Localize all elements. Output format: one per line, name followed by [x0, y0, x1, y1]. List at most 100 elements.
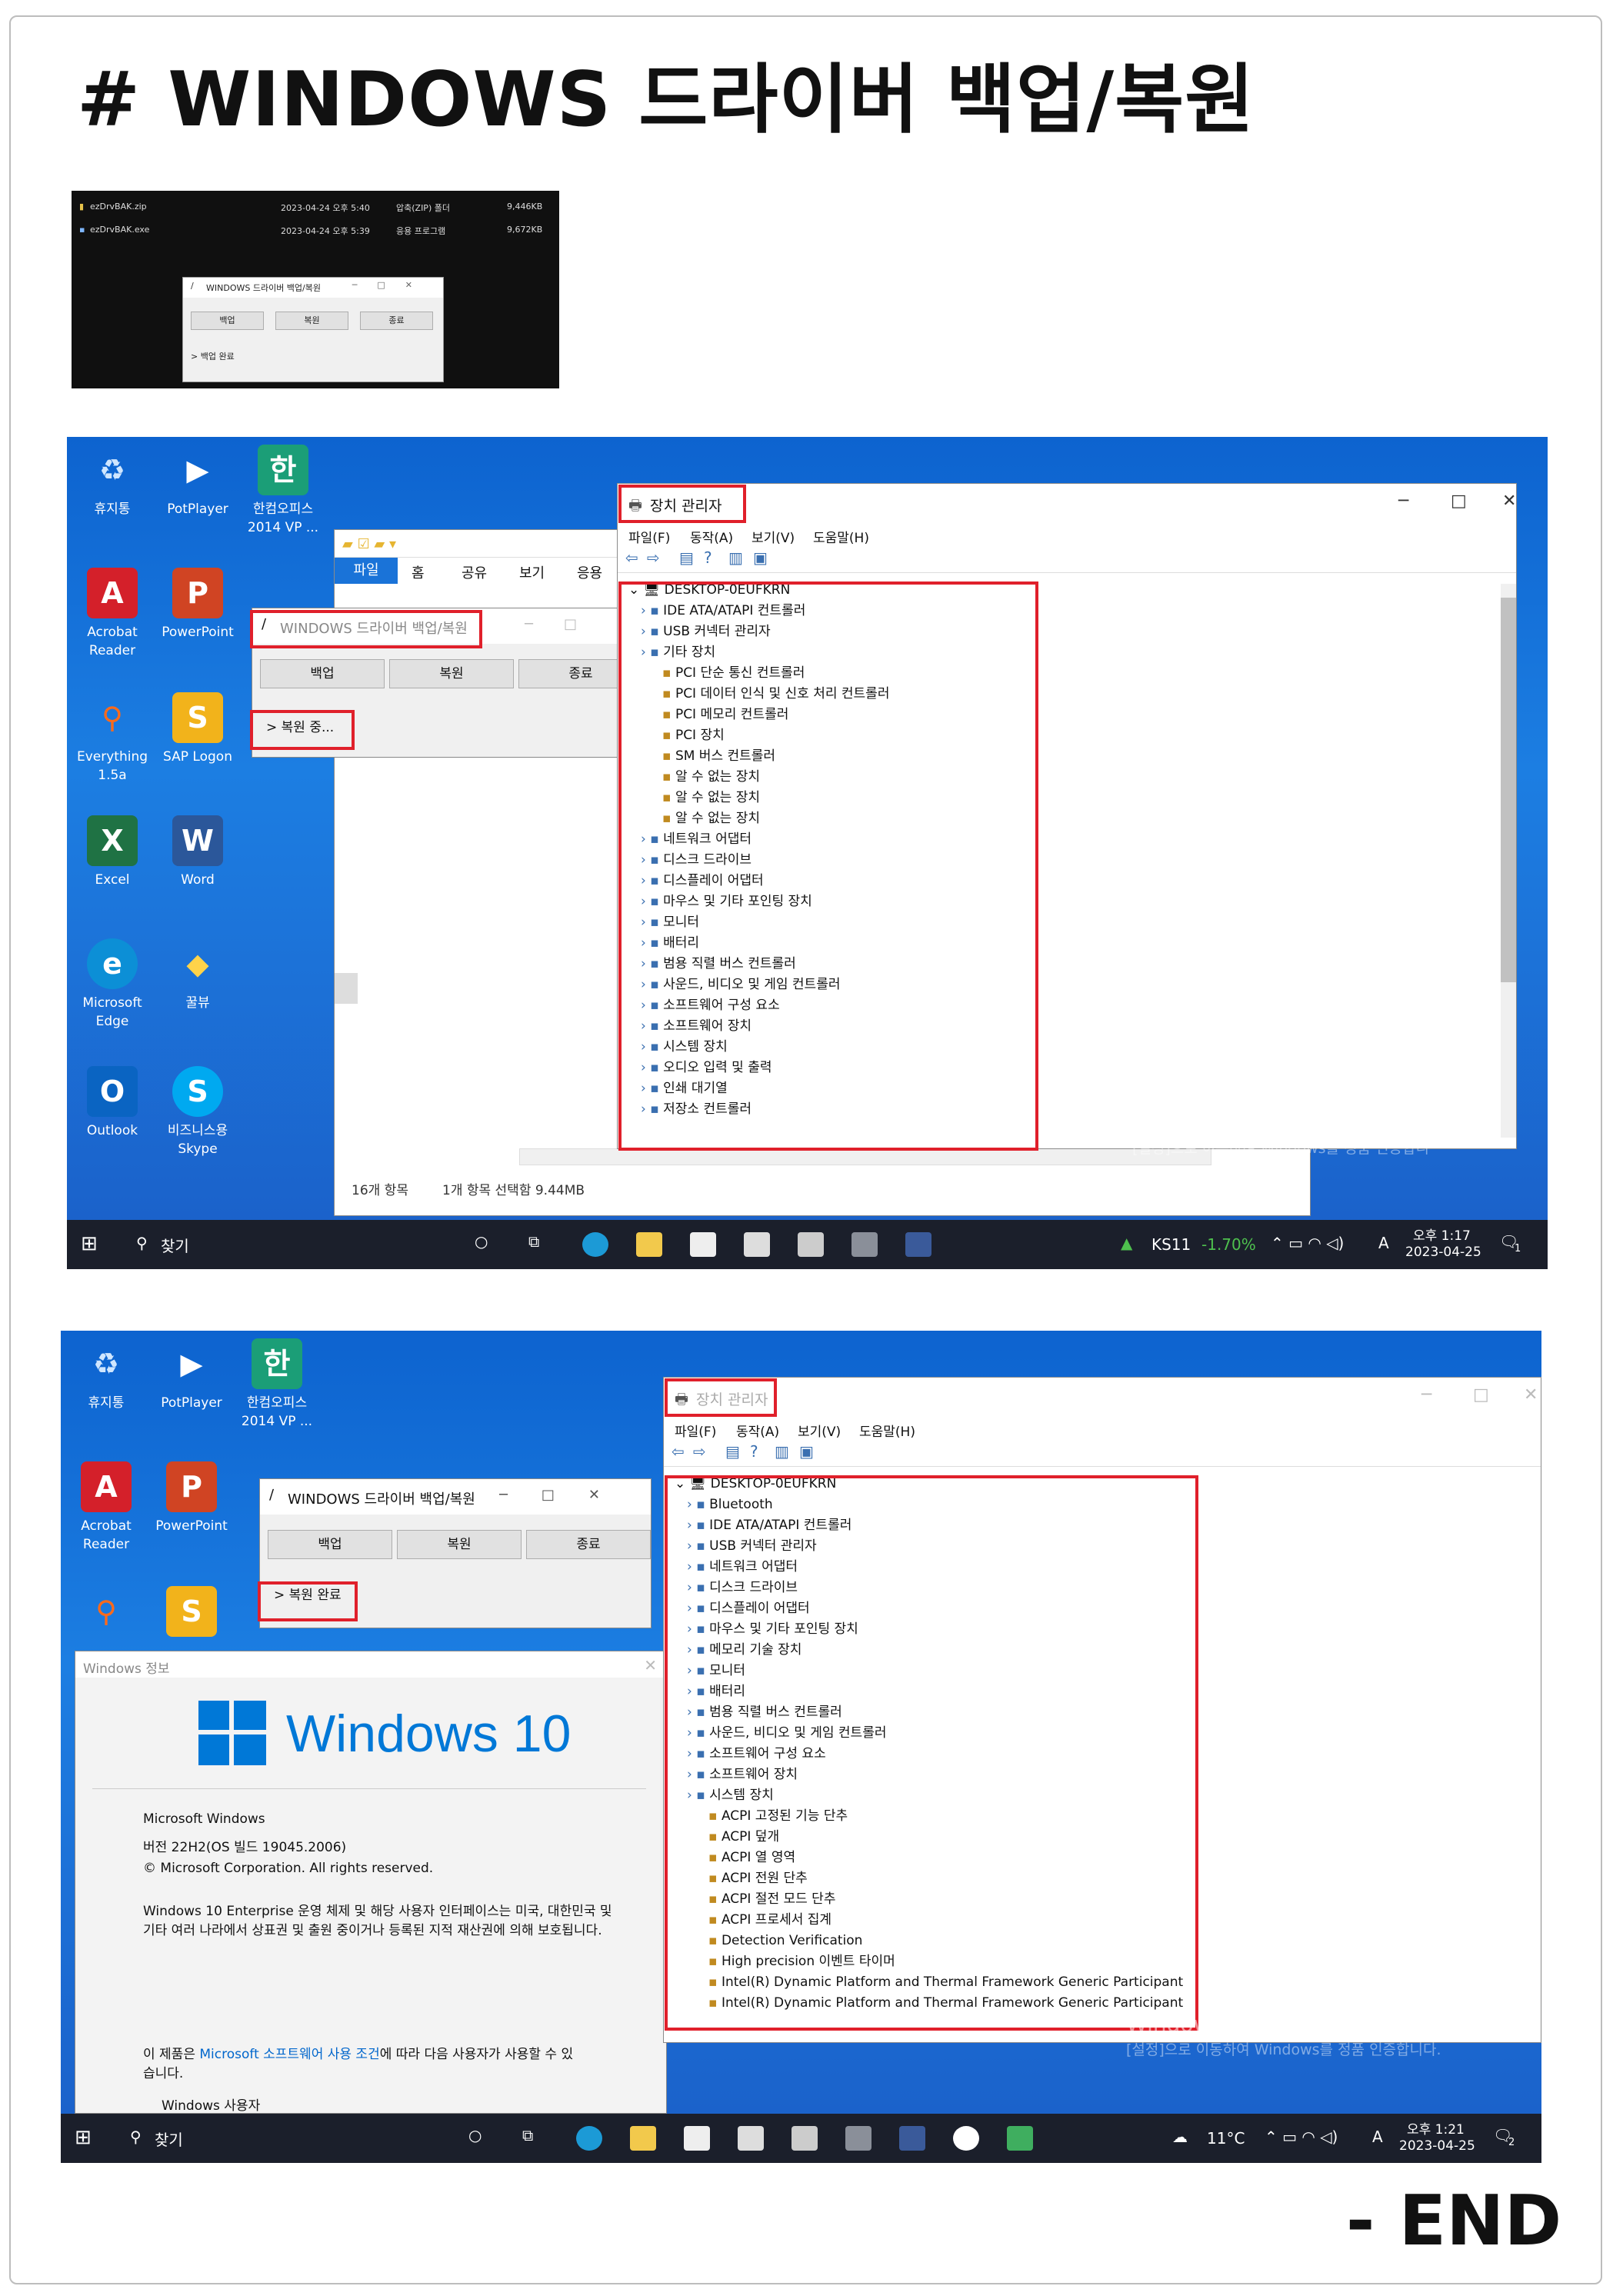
devmgr-taskbar-icon[interactable]: [845, 2126, 871, 2151]
desktop-icon[interactable]: ⚲ Everything 1.5a: [70, 692, 155, 785]
tab-home[interactable]: 홈: [412, 562, 425, 582]
close-button[interactable]: ✕: [1524, 1385, 1538, 1405]
clock-time[interactable]: 오후 1:21: [1407, 2118, 1465, 2138]
maximize-button[interactable]: □: [1473, 1385, 1489, 1405]
menu-view[interactable]: 보기(V): [798, 1421, 841, 1440]
file-row[interactable]: ▪ ezDrvBAK.exe 2023-04-24 오후 5:39 응용 프로그…: [79, 222, 556, 237]
vertical-scrollbar[interactable]: [1501, 584, 1516, 1138]
scan-hardware-icon[interactable]: ▣: [753, 548, 768, 567]
properties-icon[interactable]: ▤: [679, 548, 694, 567]
restore-button[interactable]: 복원: [389, 659, 514, 688]
menu-file[interactable]: 파일(F): [628, 527, 670, 546]
tab-view[interactable]: 보기: [519, 562, 545, 582]
backup-button[interactable]: 백업: [268, 1530, 392, 1559]
task-view-icon[interactable]: ⧉: [522, 2126, 533, 2144]
menu-action[interactable]: 동작(A): [736, 1421, 779, 1440]
desktop-icon[interactable]: ⚲: [64, 1586, 148, 1641]
clock-date[interactable]: 2023-04-25: [1405, 1245, 1481, 1260]
task-view-icon[interactable]: ⧉: [528, 1232, 539, 1251]
window-controls[interactable]: ─□✕: [499, 1487, 634, 1503]
properties-icon[interactable]: ▤: [725, 1442, 740, 1461]
desktop-icon[interactable]: A Acrobat Reader: [64, 1461, 148, 1554]
desktop-icon[interactable]: S 비즈니스용 Skype: [155, 1066, 240, 1158]
security-taskbar-icon[interactable]: [792, 2126, 818, 2151]
desktop-icon[interactable]: W Word: [155, 815, 240, 889]
file-row[interactable]: ▮ ezDrvBAK.zip 2023-04-24 오후 5:40 압축(ZIP…: [79, 198, 556, 214]
exit-button[interactable]: 종료: [526, 1530, 651, 1559]
desktop-icon[interactable]: S SAP Logon: [155, 692, 240, 766]
store-taskbar-icon[interactable]: [690, 1232, 716, 1257]
start-windows-icon[interactable]: ⊞: [75, 2126, 92, 2149]
desktop-icon[interactable]: 한 한컴오피스 2014 VP ...: [235, 1338, 319, 1431]
desktop-icon[interactable]: 한 한컴오피스 2014 VP ...: [241, 445, 325, 537]
network-app-taskbar-icon[interactable]: [953, 2126, 979, 2151]
search-icon[interactable]: ⚲: [130, 2128, 142, 2146]
ime-indicator[interactable]: A: [1372, 2128, 1383, 2146]
desktop-icon[interactable]: e Microsoft Edge: [70, 938, 155, 1031]
search-box[interactable]: 찾기: [155, 2128, 183, 2150]
backup-app-taskbar-icon[interactable]: [899, 2126, 925, 2151]
mail-taskbar-icon[interactable]: [738, 2126, 764, 2151]
start-windows-icon[interactable]: ⊞: [81, 1232, 98, 1255]
weather-temp[interactable]: 11°C: [1207, 2129, 1245, 2148]
tray-icons[interactable]: ⌃ ▭ ◠ ◁): [1265, 2128, 1338, 2146]
desktop-icon[interactable]: ▶ PotPlayer: [155, 445, 240, 518]
store-taskbar-icon[interactable]: [684, 2126, 710, 2151]
minimize-button[interactable]: ─: [1421, 1385, 1431, 1405]
back-icon[interactable]: ⇦: [672, 1442, 685, 1461]
desktop-icon[interactable]: O Outlook: [70, 1066, 155, 1140]
explorer-taskbar-icon[interactable]: [636, 1232, 662, 1257]
help-icon[interactable]: ?: [750, 1442, 758, 1461]
maximize-button[interactable]: □: [1451, 492, 1467, 511]
edge-taskbar-icon[interactable]: [576, 2126, 602, 2151]
desktop-icon[interactable]: ♻ 휴지통: [70, 445, 155, 518]
ime-indicator[interactable]: A: [1378, 1234, 1389, 1252]
search-icon[interactable]: ⚲: [136, 1234, 148, 1252]
forward-icon[interactable]: ⇨: [647, 548, 660, 567]
menu-action[interactable]: 동작(A): [690, 527, 733, 546]
search-box[interactable]: 찾기: [161, 1234, 189, 1256]
cortana-icon[interactable]: ○: [468, 2126, 482, 2144]
menu-help[interactable]: 도움말(H): [813, 527, 869, 546]
desktop-icon[interactable]: P PowerPoint: [149, 1461, 234, 1535]
stock-name[interactable]: KS11: [1151, 1235, 1191, 1254]
backup-button[interactable]: 백업: [191, 312, 264, 330]
desktop-icon[interactable]: P PowerPoint: [155, 568, 240, 641]
scan-hardware-icon[interactable]: ▣: [799, 1442, 814, 1461]
restore-button[interactable]: 복원: [275, 312, 348, 330]
exit-button[interactable]: 종료: [360, 312, 433, 330]
desktop-icon[interactable]: ♻ 휴지통: [64, 1338, 148, 1412]
menu-view[interactable]: 보기(V): [752, 527, 795, 546]
tab-share[interactable]: 공유: [462, 562, 487, 582]
desktop-icon[interactable]: ▶ PotPlayer: [149, 1338, 234, 1412]
desktop-icon[interactable]: ◆ 꿀뷰: [155, 938, 240, 1012]
minimize-button[interactable]: ─: [1398, 492, 1408, 511]
desktop-icon[interactable]: S: [149, 1586, 234, 1641]
backup-app-taskbar-icon[interactable]: [905, 1232, 931, 1257]
cortana-icon[interactable]: ○: [475, 1232, 488, 1251]
window-controls[interactable]: ─□: [525, 616, 608, 632]
devmgr-taskbar-icon[interactable]: [851, 1232, 878, 1257]
sysinfo-taskbar-icon[interactable]: [1007, 2126, 1033, 2151]
close-icon[interactable]: ✕: [644, 1656, 657, 1675]
back-icon[interactable]: ⇦: [625, 548, 638, 567]
close-button[interactable]: ✕: [1502, 492, 1516, 511]
forward-icon[interactable]: ⇨: [693, 1442, 706, 1461]
tab-file[interactable]: 파일: [335, 558, 398, 584]
mail-taskbar-icon[interactable]: [744, 1232, 770, 1257]
license-link[interactable]: Microsoft 소프트웨어 사용 조건: [199, 2047, 379, 2062]
restore-button[interactable]: 복원: [397, 1530, 522, 1559]
help-icon[interactable]: ?: [704, 548, 712, 567]
tab-app[interactable]: 응용: [577, 562, 602, 582]
menu-file[interactable]: 파일(F): [675, 1421, 716, 1440]
tray-icons[interactable]: ⌃ ▭ ◠ ◁): [1271, 1234, 1344, 1252]
update-driver-icon[interactable]: ▥: [728, 548, 743, 567]
clock-date[interactable]: 2023-04-25: [1399, 2138, 1475, 2154]
menu-help[interactable]: 도움말(H): [859, 1421, 915, 1440]
window-controls[interactable]: ─□✕: [352, 280, 432, 290]
nav-pane-scroll[interactable]: [335, 973, 358, 1004]
update-driver-icon[interactable]: ▥: [775, 1442, 789, 1461]
desktop-icon[interactable]: X Excel: [70, 815, 155, 889]
security-taskbar-icon[interactable]: [798, 1232, 824, 1257]
backup-button[interactable]: 백업: [260, 659, 385, 688]
